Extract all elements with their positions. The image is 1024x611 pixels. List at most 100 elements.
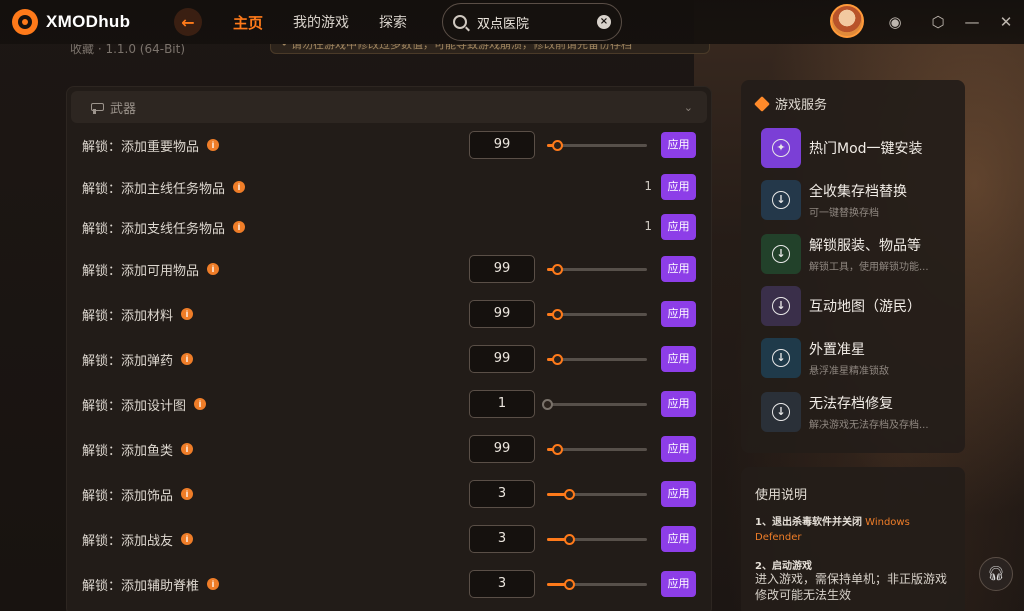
apply-button[interactable]: 应用 [661,174,696,200]
nav-my-games[interactable]: 我的游戏 [293,12,349,33]
apply-button[interactable]: 应用 [661,391,696,417]
value-slider[interactable] [542,399,647,410]
usage-title: 使用说明 [755,488,808,503]
search-input[interactable] [477,14,587,30]
value-input[interactable]: 3 [469,570,535,598]
cheat-row: 解锁：添加支线任务物品 i 1 应用 [82,214,702,240]
info-icon[interactable]: i [207,263,220,275]
apply-button[interactable]: 应用 [661,301,696,327]
value-slider[interactable] [547,140,647,151]
section-header-weapons[interactable]: 武器 ⌄ [71,91,707,123]
static-value: 1 [644,179,652,193]
slider-thumb[interactable] [564,534,575,545]
value-slider[interactable] [547,264,647,275]
box-icon [754,95,770,112]
cheat-row: 解锁：添加饰品 i 3 应用 [82,480,702,508]
value-input[interactable]: 3 [469,525,535,553]
arrow-left-icon: ← [181,12,195,32]
service-name: 无法存档修复 [809,396,893,412]
value-input[interactable]: 1 [469,390,535,418]
service-icon: ↓ [761,180,801,220]
settings-icon[interactable]: ⬡ [928,12,948,32]
value-input[interactable]: 99 [469,345,535,373]
support-button[interactable]: 🎧︎ [979,557,1013,591]
service-item[interactable]: ↓ 解锁服装、物品等 解锁工具，使用解锁功能... [761,234,961,274]
apply-button[interactable]: 应用 [661,436,696,462]
back-button[interactable]: ← [174,8,202,36]
service-name: 互动地图（游民） [809,299,921,315]
apply-button[interactable]: 应用 [661,481,696,507]
service-name: 外置准星 [809,342,865,358]
info-icon[interactable]: i [207,578,220,590]
slider-thumb[interactable] [542,399,553,410]
service-item[interactable]: ↓ 全收集存档替换 可一键替换存档 [761,180,961,220]
notification-icon[interactable]: ◉ [885,12,905,32]
slider-thumb[interactable] [564,489,575,500]
game-version: 收藏 · 1.1.0 (64-Bit) [70,44,186,56]
info-icon[interactable]: i [181,533,194,545]
clear-icon[interactable]: × [597,15,611,29]
slider-thumb[interactable] [552,354,563,365]
cheat-row: 解锁：添加战友 i 3 应用 [82,525,702,553]
info-icon[interactable]: i [181,488,194,500]
download-icon: ↓ [772,349,790,367]
value-input[interactable]: 99 [469,131,535,159]
service-item[interactable]: ↓ 无法存档修复 解决游戏无法存档及存档... [761,392,961,432]
slider-thumb[interactable] [552,140,563,151]
apply-button[interactable]: 应用 [661,526,696,552]
info-icon[interactable]: i [194,398,207,410]
service-icon: ↓ [761,338,801,378]
value-input[interactable]: 99 [469,435,535,463]
service-icon: ✦ [761,128,801,168]
value-slider[interactable] [547,579,647,590]
slider-thumb[interactable] [552,444,563,455]
info-icon[interactable]: i [181,308,194,320]
value-input[interactable]: 99 [469,300,535,328]
cheat-row: 解锁：添加鱼类 i 99 应用 [82,435,702,463]
info-icon[interactable]: i [207,139,220,151]
headset-icon: 🎧︎ [987,566,1005,582]
value-slider[interactable] [547,354,647,365]
value-slider[interactable] [547,309,647,320]
info-icon[interactable]: i [181,443,194,455]
value-slider[interactable] [547,444,647,455]
app-logo[interactable]: XMODhub [12,9,130,35]
close-icon[interactable]: ✕ [996,12,1016,32]
gun-icon [91,103,104,114]
mod-icon: ✦ [772,139,790,157]
value-input[interactable]: 3 [469,480,535,508]
value-slider[interactable] [547,489,647,500]
nav-home[interactable]: 主页 [233,12,263,33]
slider-thumb[interactable] [552,264,563,275]
game-services-panel: 游戏服务 ✦ 热门Mod一键安装 ↓ 全收集存档替换 可一键替换存档 ↓ 解锁服装、物品等解… [741,80,965,453]
info-icon[interactable]: i [181,353,194,365]
slider-thumb[interactable] [552,309,563,320]
value-slider[interactable] [547,534,647,545]
section-title: 武器 [110,101,137,117]
cheat-row: 解锁：添加设计图 i 1 应用 [82,390,702,418]
chevron-down-icon[interactable]: ⌄ [684,101,693,114]
info-icon[interactable]: i [233,221,246,233]
download-icon: ↓ [772,297,790,315]
slider-thumb[interactable] [564,579,575,590]
service-item[interactable]: ↓ 互动地图（游民） [761,286,961,326]
game-info-bar: 收藏 · 1.1.0 (64-Bit) • 请勿在游戏中修改过多数值，可能导致游… [70,44,720,64]
apply-button[interactable]: 应用 [661,214,696,240]
service-item[interactable]: ↓ 外置准星 悬浮准星精准锁敌 [761,338,961,378]
apply-button[interactable]: 应用 [661,256,696,282]
apply-button[interactable]: 应用 [661,571,696,597]
apply-button[interactable]: 应用 [661,132,696,158]
apply-button[interactable]: 应用 [661,346,696,372]
cheat-label: 解锁：添加弹药 [82,353,174,369]
value-input[interactable]: 99 [469,255,535,283]
static-value: 1 [644,219,652,233]
cheat-row: 解锁：添加材料 i 99 应用 [82,300,702,328]
service-icon: ↓ [761,286,801,326]
nav-explore[interactable]: 探索 [379,12,407,33]
avatar[interactable] [830,4,864,38]
minimize-icon[interactable]: — [962,12,982,32]
info-icon[interactable]: i [233,181,246,193]
logo-icon [12,9,38,35]
download-icon: ↓ [772,245,790,263]
service-item[interactable]: ✦ 热门Mod一键安装 [761,128,961,168]
